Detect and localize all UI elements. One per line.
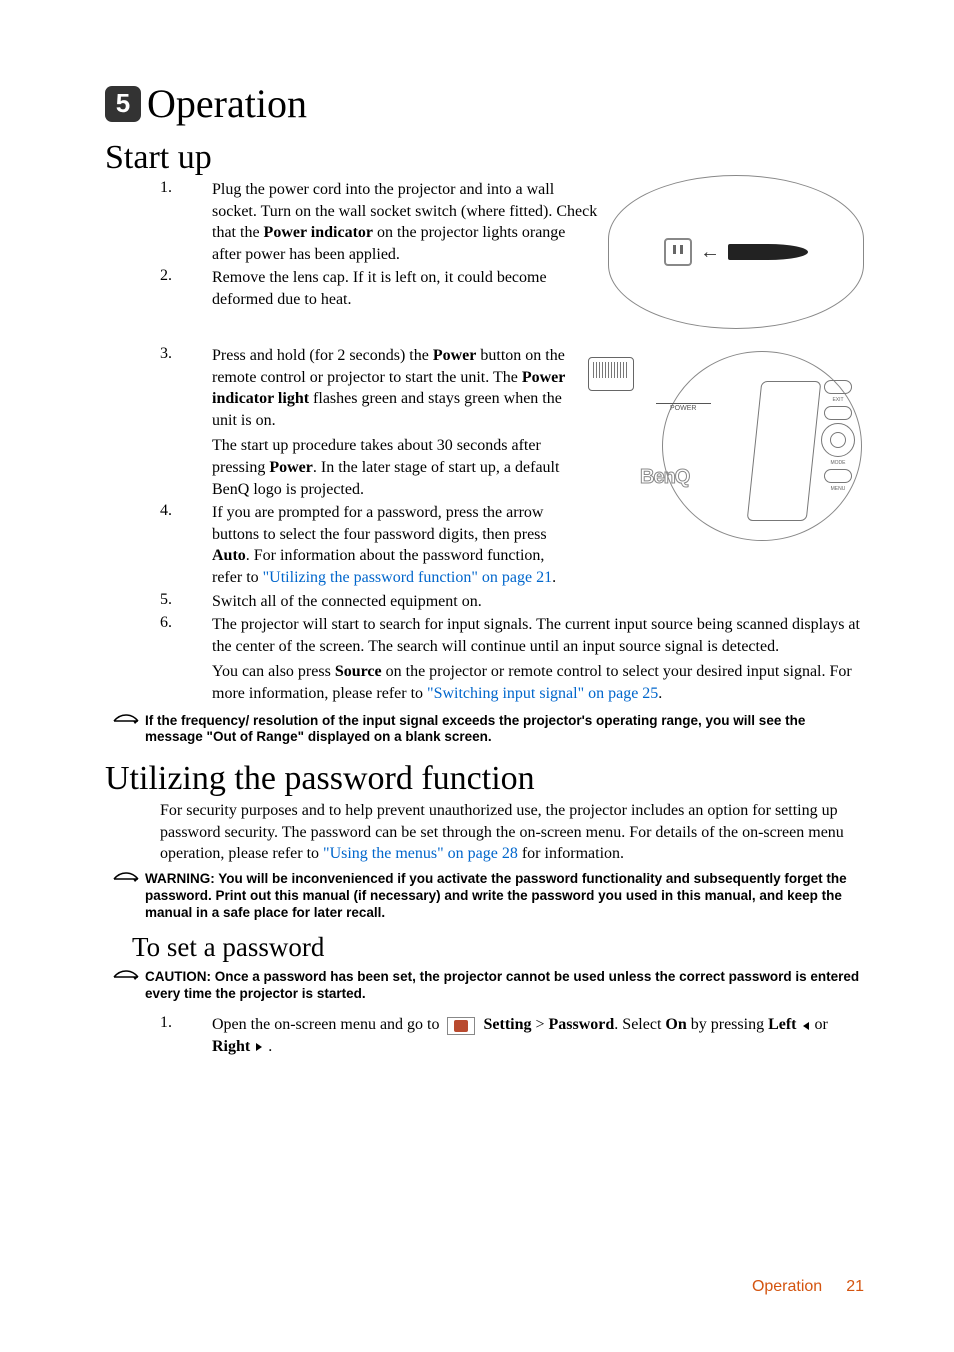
step-text: . bbox=[658, 685, 662, 702]
step-number: 1. bbox=[160, 179, 172, 197]
power-label: Power bbox=[433, 347, 477, 364]
step-text: Press and hold (for 2 seconds) the bbox=[212, 347, 433, 364]
step-text: . Select bbox=[614, 1016, 665, 1033]
step-4: 4. If you are prompted for a password, p… bbox=[160, 502, 864, 588]
subsection-heading-set-password: To set a password bbox=[132, 932, 864, 963]
note-icon bbox=[113, 970, 139, 984]
step-text: . bbox=[552, 569, 556, 586]
left-label: Left bbox=[768, 1016, 796, 1033]
note-icon bbox=[113, 714, 139, 728]
on-label: On bbox=[665, 1016, 686, 1033]
set-password-step-1: 1. Open the on-screen menu and go to Set… bbox=[160, 1014, 864, 1057]
step-text: . bbox=[264, 1038, 272, 1055]
page-footer: Operation 21 bbox=[752, 1278, 864, 1296]
chapter-heading: 5 Operation bbox=[105, 80, 864, 127]
step-number: 5. bbox=[160, 591, 172, 609]
or-text: or bbox=[811, 1016, 828, 1033]
section-heading-password: Utilizing the password function bbox=[105, 760, 864, 798]
auto-label: Auto bbox=[212, 547, 246, 564]
password-menu-label: Password bbox=[549, 1016, 615, 1033]
note-text: WARNING: You will be inconvenienced if y… bbox=[145, 871, 864, 922]
step-3: 3. Press and hold (for 2 seconds) the Po… bbox=[160, 345, 864, 500]
step-text: by pressing bbox=[687, 1016, 768, 1033]
step-1: 1. Plug the power cord into the projecto… bbox=[160, 179, 864, 265]
step-number: 6. bbox=[160, 614, 172, 632]
step-text: Open the on-screen menu and go to bbox=[212, 1016, 443, 1033]
password-intro: For security purposes and to help preven… bbox=[160, 800, 864, 865]
note-text: If the frequency/ resolution of the inpu… bbox=[145, 713, 864, 747]
step-number: 3. bbox=[160, 345, 172, 363]
step-2: 2. Remove the lens cap. If it is left on… bbox=[160, 267, 864, 310]
setting-menu-label: Setting bbox=[483, 1016, 531, 1033]
power-label: Power bbox=[269, 459, 313, 476]
step-text: You can also press bbox=[212, 663, 335, 680]
right-label: Right bbox=[212, 1038, 250, 1055]
step-5: 5. Switch all of the connected equipment… bbox=[160, 591, 864, 613]
step-number: 1. bbox=[160, 1014, 172, 1032]
step-text: If you are prompted for a password, pres… bbox=[212, 504, 547, 543]
settings-menu-icon bbox=[447, 1017, 475, 1035]
intro-text: for information. bbox=[518, 845, 624, 862]
step-number: 2. bbox=[160, 267, 172, 285]
menu-separator: > bbox=[531, 1016, 548, 1033]
step-text: Remove the lens cap. If it is left on, i… bbox=[212, 267, 612, 310]
footer-page-number: 21 bbox=[846, 1278, 864, 1295]
note-icon bbox=[113, 872, 139, 886]
power-indicator-label: Power indicator bbox=[264, 224, 373, 241]
password-function-link[interactable]: "Utilizing the password function" on pag… bbox=[263, 569, 552, 586]
triangle-left-icon bbox=[803, 1022, 809, 1030]
section-heading-startup: Start up bbox=[105, 139, 864, 177]
footer-section-label: Operation bbox=[752, 1278, 822, 1295]
note-text: CAUTION: Once a password has been set, t… bbox=[145, 969, 864, 1003]
using-menus-link[interactable]: "Using the menus" on page 28 bbox=[323, 845, 518, 862]
step-6: 6. The projector will start to search fo… bbox=[160, 614, 864, 704]
chapter-title: Operation bbox=[147, 80, 307, 127]
step-text: The projector will start to search for i… bbox=[212, 614, 864, 657]
step-number: 4. bbox=[160, 502, 172, 520]
step-text: Switch all of the connected equipment on… bbox=[212, 591, 864, 613]
source-label: Source bbox=[335, 663, 382, 680]
note-caution: CAUTION: Once a password has been set, t… bbox=[113, 969, 864, 1003]
triangle-right-icon bbox=[256, 1043, 262, 1051]
note-warning: WARNING: You will be inconvenienced if y… bbox=[113, 871, 864, 922]
switching-input-link[interactable]: "Switching input signal" on page 25 bbox=[427, 685, 658, 702]
chapter-number-badge: 5 bbox=[105, 86, 141, 122]
note-out-of-range: If the frequency/ resolution of the inpu… bbox=[113, 713, 864, 747]
